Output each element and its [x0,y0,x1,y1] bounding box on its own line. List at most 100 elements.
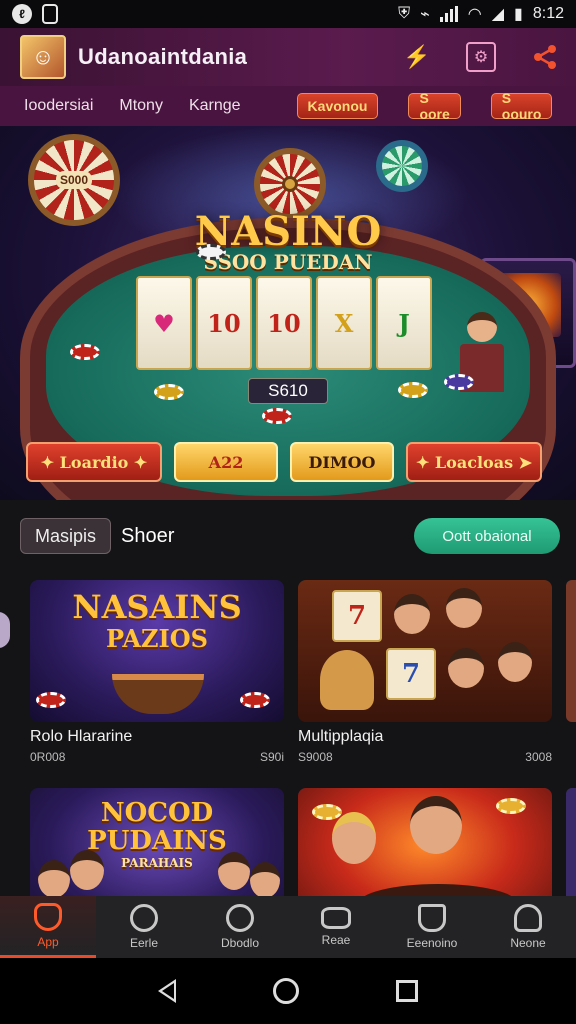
crown-icon [418,904,446,932]
bottom-nav: App Eerle Dbodlo Reae Eeenoino Neone [0,896,576,958]
thumb-3-face-3 [218,852,250,890]
signal-icon [439,6,458,22]
thumb-3-face-4 [250,862,280,898]
chip-2 [154,384,184,400]
thumb-2-face-3 [448,648,484,688]
hero-button-3[interactable]: DIMOO [290,442,394,482]
chip-5 [444,374,474,390]
app-screen: ℓ ⛨ ⌁ ◠ ◢ ▮ 8:12 ☺ Udanoaintdania ⚡ ⚙ Io… [0,0,576,1024]
reel-4: X [316,276,372,370]
bolt-icon[interactable]: ⚡ [402,42,432,72]
game-card-2[interactable]: 7 7 Multipplaqia S9008 3008 [298,580,552,764]
bottom-nav-eeenoino[interactable]: Eeenoino [384,896,480,958]
thumb-2-face-2 [446,588,482,628]
recents-icon[interactable] [395,980,418,1002]
bottom-nav-eerle-label: Eerle [129,936,158,950]
game-card-1-meta-right: S90i [259,750,284,764]
bottom-nav-neone-label: Neone [510,936,546,950]
nav-pill-3[interactable]: S oouro [490,90,553,122]
carousel-prev-handle[interactable] [0,612,10,648]
slot-reels: ♥ 10 10 X J [136,276,432,370]
thumb-2-reel-2: 7 [386,648,436,700]
nav-pill-1[interactable]: Kavonou [296,93,379,119]
group-icon [321,907,351,929]
hero-subtitle: SSOO PUEDAN [203,250,373,274]
home-icon [34,902,62,931]
hero-button-4[interactable]: ✦ Loacloas ➤ [406,442,542,482]
hero-button-1[interactable]: ✦ Loardio ✦ [26,442,162,482]
hero-button-2[interactable]: A22 [174,442,278,482]
roulette-wheel-right [376,140,428,192]
app-header: ☺ Udanoaintdania ⚡ ⚙ [0,28,576,86]
thumb-4-face-1 [332,812,376,864]
bottom-nav-dbodlo[interactable]: Dbodlo [192,896,288,958]
game-thumbnail-2: 7 7 [298,580,552,722]
thumb-2-face-1 [394,594,430,634]
thumb-2-mascot [320,650,374,710]
share-icon[interactable] [530,42,560,72]
bottom-nav-eerle[interactable]: Eerle [96,896,192,958]
hero-banner[interactable]: S000 NASINO SSOO PUEDAN ♥ 10 10 X J S610… [0,126,576,500]
thumb-1-chip-2 [240,692,270,708]
bottom-nav-eeenoino-label: Eeenoino [406,936,458,950]
reel-5: J [376,276,432,370]
section-title: Shoer [121,524,175,547]
nav-pill-2[interactable]: S oore [408,90,461,122]
status-time: 8:12 [532,5,564,22]
reel-3: 10 [256,276,312,370]
hero-button-4-label: Loacloas [434,452,514,472]
game-card-1[interactable]: NASAINS PAZIOS Rolo Hlararine 0R008 S90i [30,580,284,764]
game-card-2-meta-left: S9008 [298,750,333,764]
chip-1 [70,344,100,360]
nav-link-2[interactable]: Mtony [119,97,163,115]
bet-counter: S610 [248,378,328,404]
hero-button-1-label: Loardio [59,452,129,472]
cta-button[interactable]: Oott obaional [414,518,560,554]
bottom-nav-app[interactable]: App [0,896,96,958]
app-logo[interactable]: ☺ [20,35,66,79]
bottom-nav-dbodlo-label: Dbodlo [220,936,260,950]
battery-icon: ▮ [514,6,523,23]
thumb-3-face-1 [38,860,70,898]
app-title: Udanoaintdania [78,44,248,69]
home-button-icon[interactable] [272,978,299,1004]
vibrate-icon: ⌁ [420,6,430,23]
game-card-2-meta-right: 3008 [525,750,552,764]
no-signal-icon: ◢ [491,6,505,23]
reel-1: ♥ [136,276,192,370]
bottom-nav-reae[interactable]: Reae [288,896,384,958]
thumb-1-title: NASAINS [72,588,242,626]
bottom-nav-reae-label: Reae [321,933,351,947]
back-icon[interactable] [158,979,177,1003]
bowl-graphic [112,674,204,714]
app-notification-icon: ℓ [12,4,32,24]
wheel-label: S000 [55,171,93,189]
chip-4 [398,382,428,398]
sim-icon [42,4,58,24]
nav-link-1[interactable]: Ioodersiai [24,97,93,115]
bottom-nav-app-label: App [37,934,59,949]
game-card-2-name: Multipplaqia [298,728,384,745]
thumb-4-coin-2 [496,798,526,814]
hero-actions: ✦ Loardio ✦ A22 DIMOO ✦ Loacloas ➤ [26,442,554,482]
timer-icon [226,904,254,932]
next-card-peek[interactable] [566,580,576,722]
bottom-nav-neone[interactable]: Neone [480,896,576,958]
nav-link-3[interactable]: Karnge [189,97,241,115]
wifi-icon: ◠ [467,6,482,23]
thumb-3-face-2 [70,850,104,890]
bolt-circle-icon [130,904,158,932]
profile-icon [514,904,542,932]
thumb-4-face-2 [410,796,462,854]
reel-2: 10 [196,276,252,370]
thumb-1-chip-1 [36,692,66,708]
hero-title: NASINO [194,208,382,255]
settings-icon[interactable]: ⚙ [466,42,496,72]
thumb-3-subtitle: PUDAINS [87,826,227,856]
thumb-2-reel-1: 7 [332,590,382,642]
top-nav: Ioodersiai Mtony Karnge Kavonou S oore S… [0,86,576,126]
system-nav-bar [0,958,576,1024]
category-tag[interactable]: Masipis [20,518,112,554]
game-thumbnail-1: NASAINS PAZIOS [30,580,284,722]
chip-6 [196,244,226,260]
